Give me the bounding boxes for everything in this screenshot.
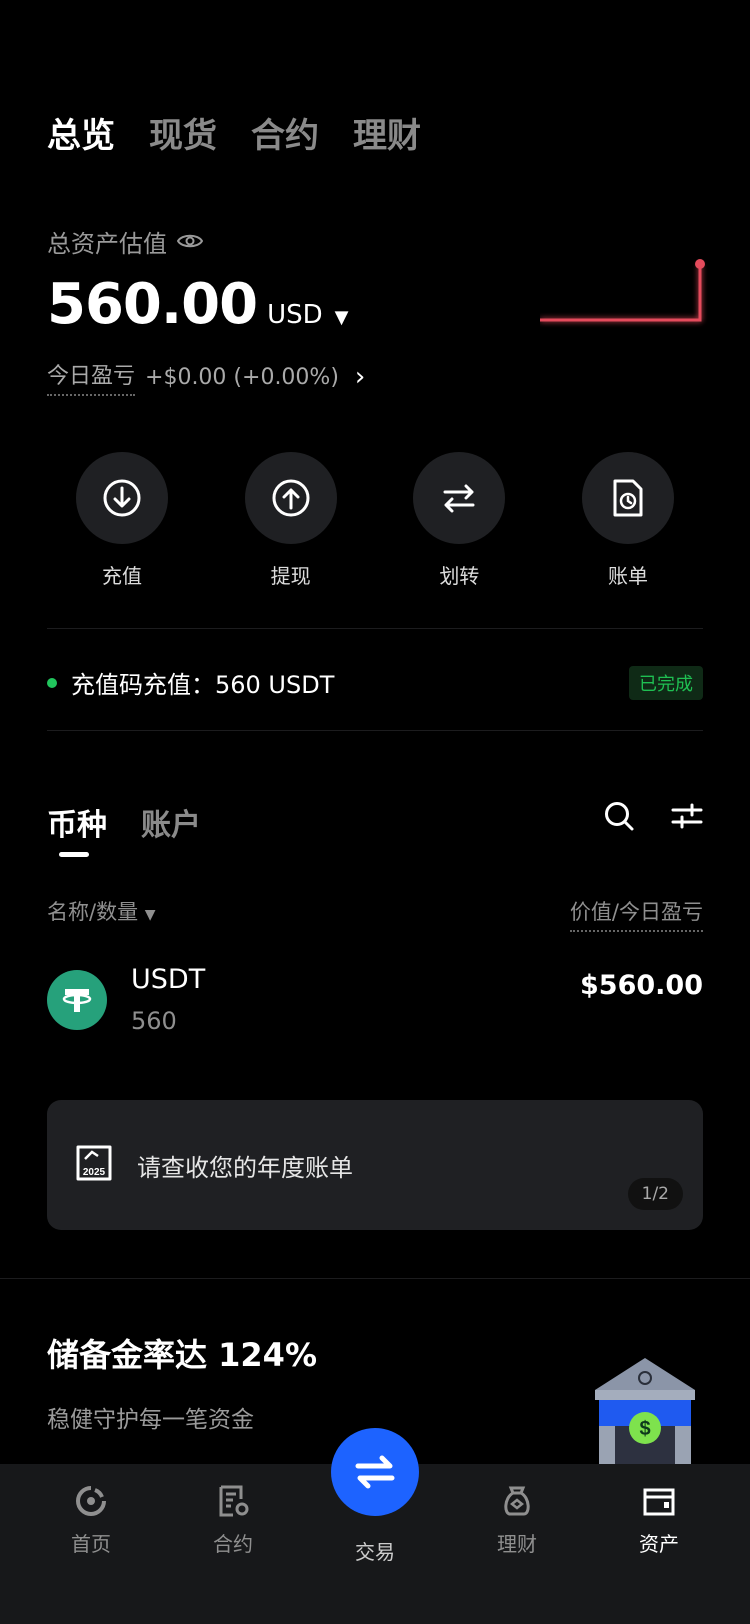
total-asset-value-row: 560.00 USD ▼ (47, 272, 349, 337)
section-divider (0, 1278, 750, 1279)
bill-icon (581, 452, 674, 544)
trade-icon (355, 1455, 395, 1489)
nav-trade-label: 交易 (355, 1540, 395, 1564)
notice-text: 充值码充值：560 USDT (71, 671, 335, 699)
calendar-2025-icon: 2025 (75, 1144, 113, 1186)
caret-down-icon: ▼ (144, 907, 156, 923)
filter-icon[interactable] (671, 802, 703, 834)
nav-home-label: 首页 (71, 1532, 111, 1556)
column-right-label[interactable]: 价值/今日盈亏 (569, 896, 703, 932)
coin-symbol: USDT (131, 964, 206, 995)
contract-icon (219, 1485, 249, 1517)
reserve-section[interactable]: 储备金率达 124% 稳健守护每一笔资金 (47, 1330, 317, 1434)
finance-icon (504, 1486, 530, 1516)
list-item[interactable]: USDT 560 $560.00 (47, 964, 703, 1035)
nav-assets[interactable]: 资产 (599, 1484, 719, 1624)
withdraw-button[interactable]: 提现 (216, 452, 366, 589)
tab-finance[interactable]: 理财 (353, 108, 421, 157)
assets-icon (643, 1488, 675, 1516)
coin-tools (603, 800, 703, 836)
nav-contract-label: 合约 (213, 1532, 253, 1556)
bill-button[interactable]: 账单 (553, 452, 703, 589)
coin-amount: 560 (131, 1007, 177, 1035)
coin-value: $560.00 (580, 970, 703, 1001)
currency-selector[interactable]: USD (267, 300, 323, 330)
tab-contract[interactable]: 合约 (251, 108, 319, 157)
trade-button[interactable] (331, 1428, 419, 1516)
chevron-right-icon: › (354, 362, 366, 392)
withdraw-label: 提现 (270, 564, 311, 588)
tab-accounts[interactable]: 账户 (141, 800, 201, 844)
coin-tabs: 币种 账户 (47, 800, 201, 857)
status-dot (47, 677, 57, 688)
total-asset-label-row: 总资产估值 (47, 224, 204, 259)
quick-actions: 充值 提现 划转 账单 (47, 452, 703, 589)
top-tabs: 总览 现货 合约 理财 (47, 108, 421, 157)
nav-finance-label: 理财 (497, 1532, 537, 1556)
deposit-notice[interactable]: 充值码充值：560 USDT 已完成 (47, 665, 703, 700)
nav-assets-label: 资产 (639, 1532, 679, 1556)
tab-coins[interactable]: 币种 (47, 800, 107, 857)
banner-year: 2025 (83, 1167, 106, 1178)
bank-vault-icon: $ (595, 1358, 695, 1464)
svg-text:$: $ (639, 1418, 650, 1440)
transfer-button[interactable]: 划转 (384, 452, 534, 589)
tab-spot[interactable]: 现货 (149, 108, 217, 157)
deposit-icon (76, 452, 168, 544)
asset-sparkline (540, 259, 705, 322)
reserve-subtitle: 稳健守护每一笔资金 (47, 1407, 254, 1433)
status-badge: 已完成 (629, 665, 703, 700)
sort-name-amount[interactable]: 名称/数量 ▼ (47, 896, 156, 932)
reserve-title: 储备金率达 124% (47, 1336, 318, 1374)
eye-icon[interactable] (176, 228, 204, 256)
nav-contract[interactable]: 合约 (173, 1484, 293, 1624)
today-pnl-label: 今日盈亏 (47, 358, 136, 396)
today-pnl-value: +$0.00 (+0.00%) (145, 364, 339, 390)
tab-overview[interactable]: 总览 (47, 108, 115, 157)
today-pnl-row[interactable]: 今日盈亏 +$0.00 (+0.00%) › (47, 358, 365, 396)
column-headers: 名称/数量 ▼ 价值/今日盈亏 (47, 896, 703, 932)
deposit-button[interactable]: 充值 (47, 452, 197, 589)
nav-home[interactable]: 首页 (31, 1484, 151, 1624)
nav-finance[interactable]: 理财 (457, 1484, 577, 1624)
transfer-icon (413, 452, 506, 544)
caret-down-icon[interactable]: ▼ (335, 307, 349, 328)
total-asset-label: 总资产估值 (47, 230, 167, 258)
bill-label: 账单 (607, 564, 648, 588)
withdraw-icon (244, 452, 337, 544)
total-asset-value: 560.00 (47, 272, 258, 337)
banner-text: 请查收您的年度账单 (137, 1153, 353, 1182)
column-left-label: 名称/数量 (47, 900, 139, 924)
home-icon (76, 1486, 106, 1516)
search-icon[interactable] (603, 800, 635, 836)
usdt-logo-icon (47, 969, 107, 1030)
divider (47, 628, 703, 629)
annual-bill-banner[interactable]: 2025 请查收您的年度账单 1/2 (47, 1100, 703, 1230)
banner-pagination: 1/2 (627, 1178, 683, 1210)
divider (47, 730, 703, 731)
deposit-label: 充值 (102, 564, 142, 588)
transfer-label: 划转 (439, 564, 480, 588)
